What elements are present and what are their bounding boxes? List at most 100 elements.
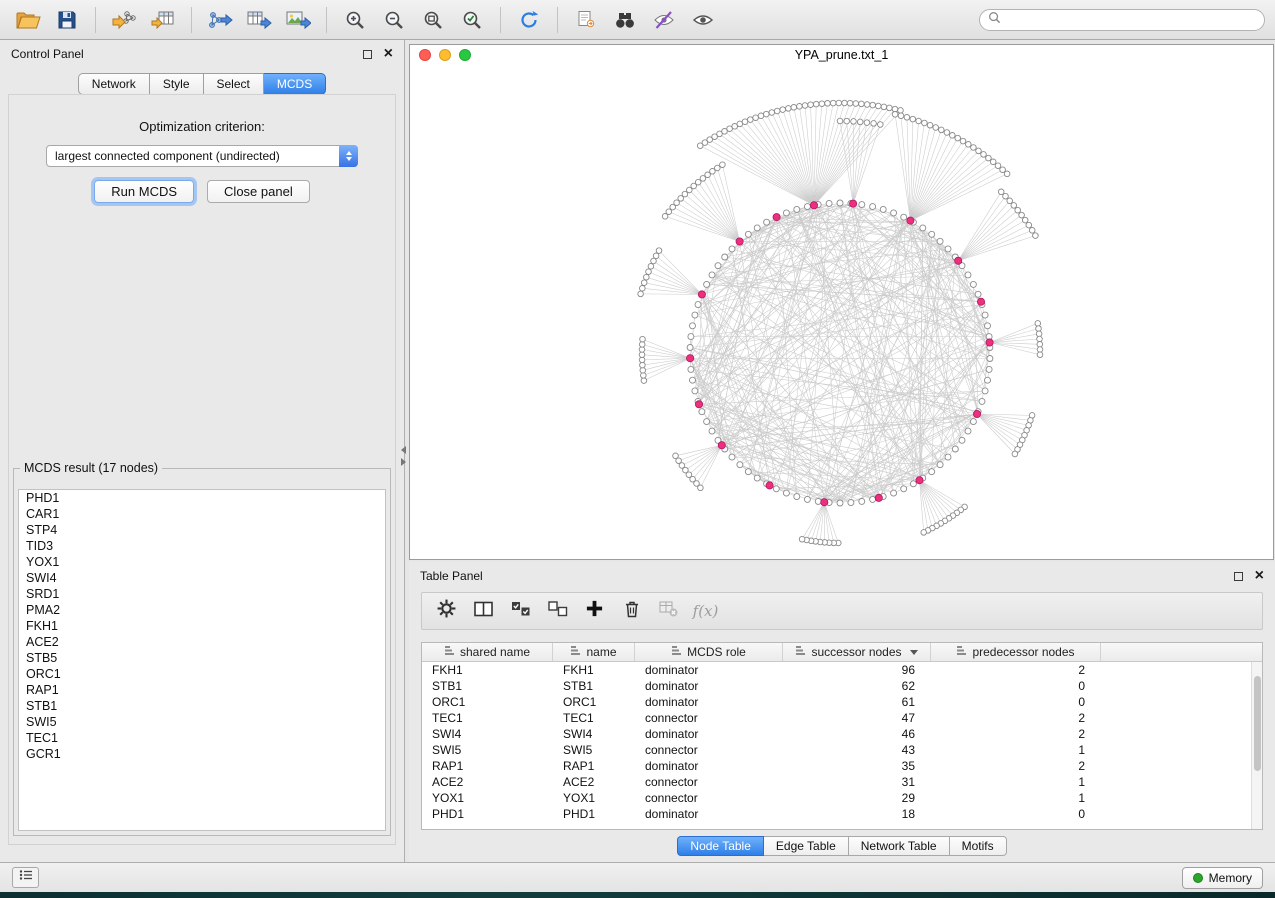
run-mcds-button[interactable]: Run MCDS (94, 180, 194, 203)
tab-select[interactable]: Select (204, 73, 264, 95)
function-builder-button[interactable]: f(x) (687, 596, 724, 626)
tab-edge-table[interactable]: Edge Table (764, 836, 849, 856)
delete-column-button[interactable] (613, 596, 650, 626)
control-panel-header: Control Panel × (0, 40, 404, 68)
mcds-result-item[interactable]: TEC1 (19, 730, 385, 746)
export-table-button[interactable] (241, 4, 277, 36)
column-header-shared-name[interactable]: shared name (422, 643, 553, 661)
find-button[interactable] (607, 4, 643, 36)
control-panel-title: Control Panel (11, 47, 363, 61)
criterion-select[interactable]: largest connected component (undirected) (46, 145, 358, 167)
table-row[interactable]: ORC1ORC1dominator610 (422, 694, 1262, 710)
tab-style[interactable]: Style (150, 73, 204, 95)
table-settings-button[interactable] (428, 596, 465, 626)
collapse-left-icon[interactable] (401, 446, 406, 454)
table-scrollbar[interactable] (1251, 662, 1262, 829)
column-header-mcds-role[interactable]: MCDS role (635, 643, 783, 661)
column-header-predecessor-nodes[interactable]: predecessor nodes (931, 643, 1101, 661)
mcds-tab-content: Optimization criterion: largest connecte… (8, 94, 396, 845)
table-cell: 43 (783, 742, 931, 758)
mcds-result-item[interactable]: SWI5 (19, 714, 385, 730)
table-cell: SWI4 (553, 726, 635, 742)
table-row[interactable]: STB1STB1dominator620 (422, 678, 1262, 694)
columns-icon (473, 599, 494, 624)
mcds-result-item[interactable]: PHD1 (19, 490, 385, 506)
collapse-right-icon[interactable] (401, 458, 406, 466)
import-table-button[interactable] (145, 4, 181, 36)
show-graphics-details-button[interactable] (685, 4, 721, 36)
zoom-in-button[interactable] (337, 4, 373, 36)
sort-order-caret-icon[interactable] (910, 650, 918, 655)
close-panel-icon[interactable]: × (384, 46, 393, 62)
network-window-titlebar[interactable]: YPA_prune.txt_1 (410, 45, 1273, 65)
export-image-button[interactable] (280, 4, 316, 36)
table-cell: connector (635, 790, 783, 806)
save-session-button[interactable] (49, 4, 85, 36)
table-row[interactable]: PHD1PHD1dominator180 (422, 806, 1262, 822)
mcds-result-item[interactable]: TID3 (19, 538, 385, 554)
import-network-button[interactable] (106, 4, 142, 36)
tab-mcds[interactable]: MCDS (264, 73, 326, 95)
table-row[interactable]: TEC1TEC1connector472 (422, 710, 1262, 726)
mcds-result-list[interactable]: PHD1CAR1STP4TID3YOX1SWI4SRD1PMA2FKH1ACE2… (18, 489, 386, 831)
table-cell: 2 (931, 710, 1101, 726)
mcds-result-item[interactable]: STB1 (19, 698, 385, 714)
mcds-result-item[interactable]: ACE2 (19, 634, 385, 650)
close-panel-button[interactable]: Close panel (207, 180, 310, 203)
tab-motifs[interactable]: Motifs (950, 836, 1007, 856)
column-header-name[interactable]: name (553, 643, 635, 661)
export-table-icon (246, 9, 272, 31)
table-cell (1101, 806, 1262, 822)
zoom-out-button[interactable] (376, 4, 412, 36)
deselect-all-button[interactable] (539, 596, 576, 626)
tab-network[interactable]: Network (78, 73, 150, 95)
eye-icon (691, 9, 715, 31)
mcds-result-item[interactable]: FKH1 (19, 618, 385, 634)
refresh-layout-button[interactable] (511, 4, 547, 36)
mcds-result-item[interactable]: STP4 (19, 522, 385, 538)
zoom-fit-button[interactable] (415, 4, 451, 36)
show-panels-button[interactable] (12, 867, 39, 888)
table-row[interactable]: RAP1RAP1dominator352 (422, 758, 1262, 774)
table-row[interactable]: SWI4SWI4dominator462 (422, 726, 1262, 742)
mcds-result-item[interactable]: SRD1 (19, 586, 385, 602)
mcds-result-item[interactable]: ORC1 (19, 666, 385, 682)
clone-network-button[interactable] (568, 4, 604, 36)
splitter-collapse-buttons[interactable] (399, 446, 408, 466)
mcds-result-item[interactable]: STB5 (19, 650, 385, 666)
export-network-button[interactable] (202, 4, 238, 36)
close-panel-icon[interactable]: × (1255, 568, 1264, 584)
mcds-result-item[interactable]: PMA2 (19, 602, 385, 618)
add-column-button[interactable] (576, 596, 613, 626)
network-search-box[interactable] (979, 9, 1265, 31)
delete-table-button[interactable] (650, 596, 687, 626)
float-panel-icon[interactable] (1234, 572, 1243, 581)
mcds-result-item[interactable]: RAP1 (19, 682, 385, 698)
zoom-selected-button[interactable] (454, 4, 490, 36)
mcds-result-item[interactable]: GCR1 (19, 746, 385, 762)
hide-graphics-details-button[interactable] (646, 4, 682, 36)
table-scrollbar-thumb[interactable] (1254, 676, 1261, 771)
open-file-button[interactable] (10, 4, 46, 36)
table-row[interactable]: YOX1YOX1connector291 (422, 790, 1262, 806)
mcds-buttons-row: Run MCDS Close panel (9, 180, 395, 203)
tab-network-table[interactable]: Network Table (849, 836, 950, 856)
table-row[interactable]: FKH1FKH1dominator962 (422, 662, 1262, 678)
select-all-button[interactable] (502, 596, 539, 626)
table-row[interactable]: ACE2ACE2connector311 (422, 774, 1262, 790)
mcds-result-item[interactable]: CAR1 (19, 506, 385, 522)
search-input[interactable] (1006, 12, 1256, 28)
table-cell: dominator (635, 758, 783, 774)
mcds-result-item[interactable]: SWI4 (19, 570, 385, 586)
mcds-result-title: MCDS result (17 nodes) (20, 461, 162, 475)
column-header-successor-nodes[interactable]: successor nodes (783, 643, 931, 661)
column-label: MCDS role (687, 645, 746, 659)
float-panel-icon[interactable] (363, 50, 372, 59)
show-columns-button[interactable] (465, 596, 502, 626)
table-row[interactable]: SWI5SWI5connector431 (422, 742, 1262, 758)
memory-button[interactable]: Memory (1182, 867, 1263, 889)
network-canvas[interactable] (410, 65, 1273, 559)
table-cell: 35 (783, 758, 931, 774)
tab-node-table[interactable]: Node Table (677, 836, 764, 856)
mcds-result-item[interactable]: YOX1 (19, 554, 385, 570)
